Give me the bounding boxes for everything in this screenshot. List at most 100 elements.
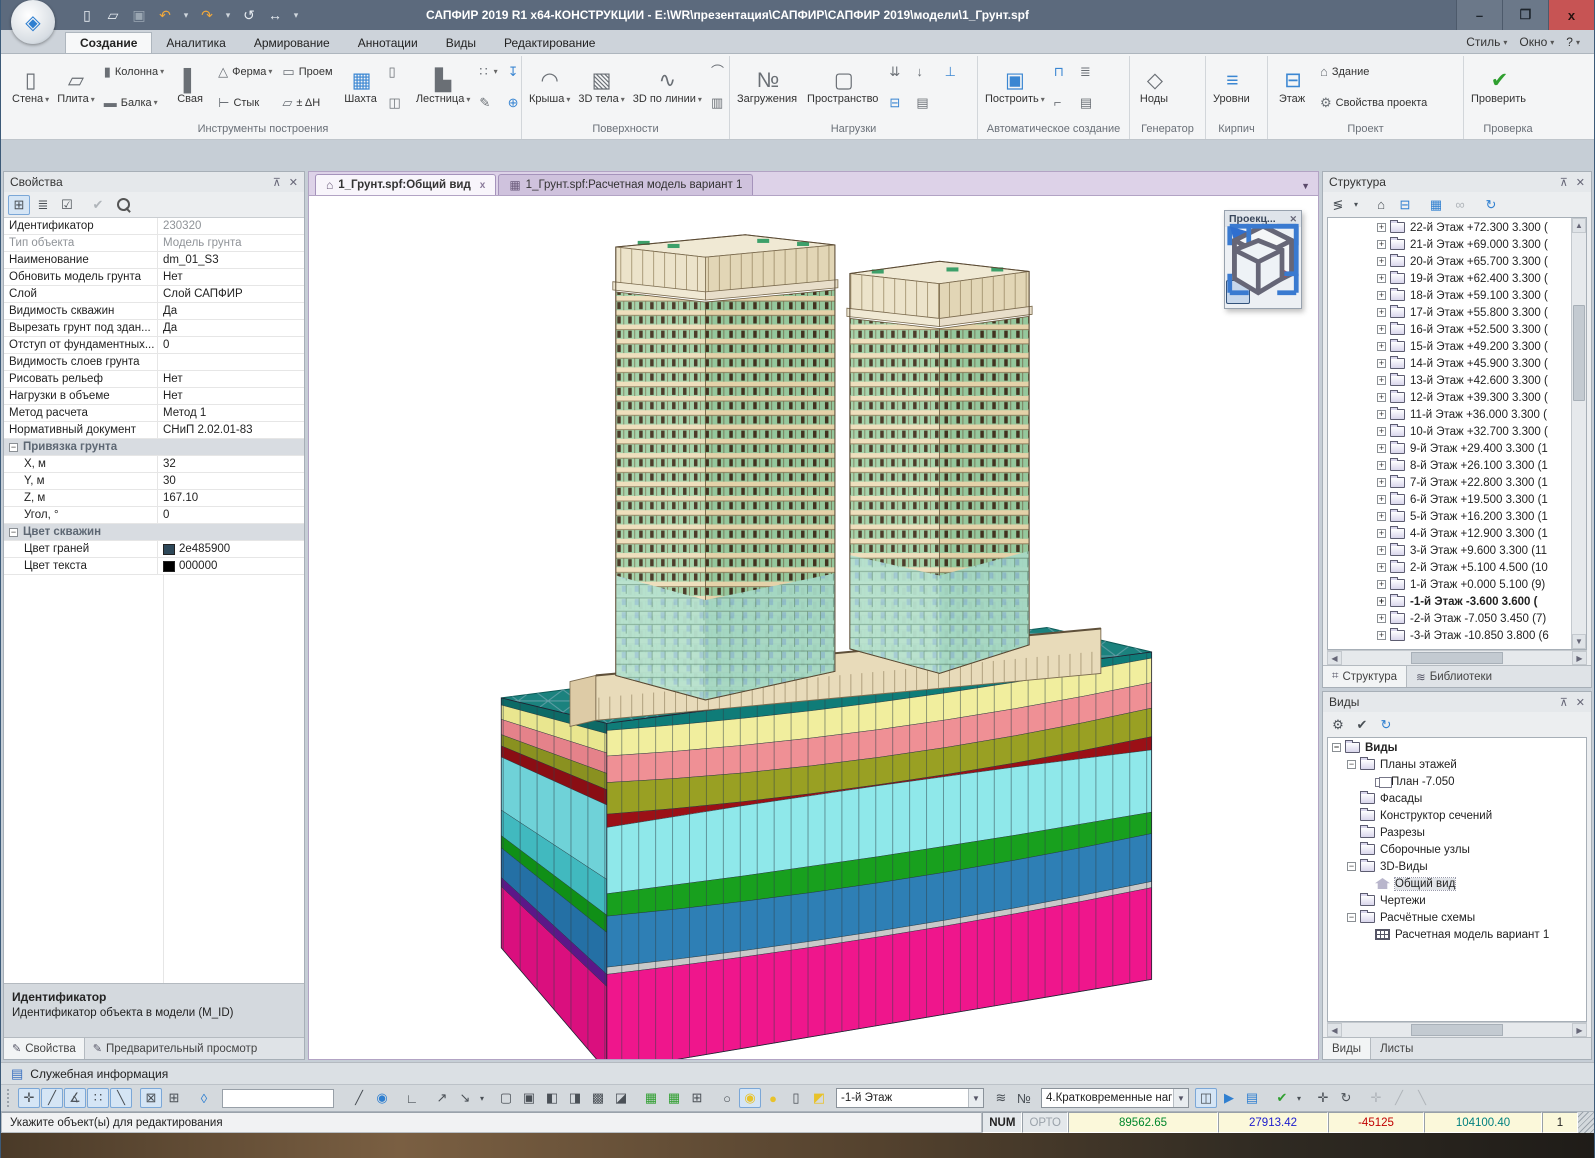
expand-icon[interactable]: +	[1377, 325, 1386, 334]
door-icon[interactable]: ▯	[384, 56, 412, 87]
expand-icon[interactable]: +	[1377, 291, 1386, 300]
view-textured-icon[interactable]: ▩	[587, 1088, 609, 1108]
axis-x-icon[interactable]: ↗	[431, 1088, 453, 1108]
categorized-view-icon[interactable]: ⊞	[8, 195, 30, 215]
build-button[interactable]: ▣Построить▾	[981, 56, 1049, 118]
chevron-down-icon[interactable]: ▼	[1173, 1089, 1188, 1107]
add-grid-icon[interactable]: ▦	[1425, 195, 1447, 215]
sketch-icon[interactable]: ✎	[474, 87, 502, 118]
apply-arrow-icon[interactable]: ▾	[1294, 1088, 1304, 1108]
joint-button[interactable]: ⊢Стык	[213, 87, 277, 118]
projection-axonometry-button[interactable]	[1276, 280, 1300, 304]
filter-view-icon[interactable]: ◫	[1195, 1088, 1217, 1108]
loadcase-select[interactable]: 4.Кратковременные наг▼	[1041, 1088, 1189, 1108]
structure-tree-row[interactable]: + 2-й Этаж +5.100 4.500 (10	[1328, 559, 1571, 576]
structure-tab[interactable]: ⌗Структура	[1323, 666, 1407, 687]
snap-line-icon[interactable]: ╱	[41, 1088, 63, 1108]
close-icon[interactable]: ✕	[1576, 696, 1585, 709]
menu-tab[interactable]: Виды	[432, 33, 490, 53]
coordinate-input[interactable]	[222, 1089, 334, 1108]
expand-icon[interactable]: +	[1377, 359, 1386, 368]
add-floor-icon[interactable]: ⊟	[1394, 195, 1416, 215]
lock-grid-icon[interactable]: ⊞	[163, 1088, 185, 1108]
expand-icon[interactable]: +	[1377, 410, 1386, 419]
apply-icon[interactable]: ✔	[87, 195, 109, 215]
structure-tree-row[interactable]: + 15-й Этаж +49.200 3.300 (	[1328, 338, 1571, 355]
expand-icon[interactable]: +	[1377, 563, 1386, 572]
properties-tab[interactable]: ✎Свойства	[4, 1038, 85, 1059]
property-row[interactable]: Идентификатор 230320	[4, 218, 304, 235]
structure-tree-row[interactable]: + 20-й Этаж +65.700 3.300 (	[1328, 253, 1571, 270]
menu-tab[interactable]: Аннотации	[344, 33, 432, 53]
save-icon[interactable]: ▣	[129, 7, 149, 24]
line-3d-button[interactable]: ∿3D по линии▾	[629, 56, 706, 118]
property-row[interactable]: Цвет текста 000000	[4, 558, 304, 575]
search-icon[interactable]	[111, 195, 133, 215]
expand-icon[interactable]: +	[1377, 614, 1386, 623]
structure-tree-row[interactable]: + -1-й Этаж -3.600 3.600 (	[1328, 593, 1571, 610]
solids-3d-button[interactable]: ▧3D тела▾	[574, 56, 628, 118]
canvas-3d-view[interactable]: Проекц... ✕	[308, 195, 1319, 1060]
column-button[interactable]: ▮Колонна▾	[99, 56, 169, 87]
menu-right-item[interactable]: Окно▾	[1515, 34, 1558, 50]
axis-y-icon[interactable]: ↘	[454, 1088, 476, 1108]
structure-tree-row[interactable]: + 5-й Этаж +16.200 3.300 (1	[1328, 508, 1571, 525]
redo-icon[interactable]: ↷	[197, 7, 217, 24]
list-view-icon[interactable]: ≣	[32, 195, 54, 215]
menu-tab[interactable]: Армирование	[240, 33, 344, 53]
property-row[interactable]: Обновить модель грунта Нет	[4, 269, 304, 286]
loadcase-number-icon[interactable]: №	[1013, 1088, 1035, 1108]
floors-list-icon[interactable]: ≋	[990, 1088, 1012, 1108]
check-button[interactable]: ✔Проверить	[1467, 56, 1532, 118]
resize-grip[interactable]	[1578, 1112, 1594, 1133]
views-tree-row[interactable]: − Виды	[1328, 739, 1586, 756]
mirror-axis-icon[interactable]: ╲	[1411, 1088, 1433, 1108]
chevron-down-icon[interactable]: ▼	[968, 1089, 983, 1107]
pin-icon[interactable]: ⊼	[1560, 696, 1568, 709]
expand-icon[interactable]: +	[1377, 495, 1386, 504]
delta-h-button[interactable]: ▱± ΔН	[277, 87, 339, 118]
property-row[interactable]: Наименование dm_01_S3	[4, 252, 304, 269]
lamp-selected-icon[interactable]: ◉	[739, 1088, 761, 1108]
storey-button[interactable]: ⊟Этаж	[1271, 56, 1315, 118]
scroll-thumb[interactable]	[1573, 305, 1585, 401]
workplane-icon[interactable]: ◊	[193, 1088, 215, 1108]
new-file-icon[interactable]: ▯	[77, 7, 97, 24]
property-row[interactable]: Вырезать грунт под здан... Да	[4, 320, 304, 337]
render-mesh-icon[interactable]: ▦	[640, 1088, 662, 1108]
expand-icon[interactable]: +	[1377, 444, 1386, 453]
close-button[interactable]: x	[1548, 0, 1594, 30]
close-icon[interactable]: ✕	[289, 176, 298, 189]
structure-tree-row[interactable]: + 13-й Этаж +42.600 3.300 (	[1328, 372, 1571, 389]
property-row[interactable]: Отступ от фундаментных... 0	[4, 337, 304, 354]
crane-icon[interactable]: ⌐	[1049, 87, 1075, 118]
view-tab-analysis-model[interactable]: ▦ 1_Грунт.spf:Расчетная модель вариант 1	[498, 174, 753, 195]
property-row[interactable]: Нагрузки в объеме Нет	[4, 388, 304, 405]
filter-icon[interactable]: ≶	[1327, 195, 1349, 215]
checked-only-icon[interactable]: ☑	[56, 195, 78, 215]
snap-angle-icon[interactable]: ∡	[64, 1088, 86, 1108]
shaft-button[interactable]: ▦Шахта	[340, 56, 384, 118]
lock-contour-icon[interactable]: ⊠	[140, 1088, 162, 1108]
property-row[interactable]: Метод расчета Метод 1	[4, 405, 304, 422]
render-mesh2-icon[interactable]: ▦	[663, 1088, 685, 1108]
building-button[interactable]: ⌂Здание	[1315, 56, 1434, 87]
property-row[interactable]: Видимость скважин Да	[4, 303, 304, 320]
project-properties-button[interactable]: ⚙Свойства проекта	[1315, 87, 1434, 118]
expand-icon[interactable]: +	[1377, 274, 1386, 283]
pile-button[interactable]: ▌Свая	[169, 56, 213, 118]
structure-tree-row[interactable]: + 8-й Этаж +26.100 3.300 (1	[1328, 457, 1571, 474]
quickbar-more-icon[interactable]: ▾	[291, 10, 301, 21]
expand-icon[interactable]: +	[1377, 257, 1386, 266]
views-tree-row[interactable]: Расчетная модель вариант 1	[1328, 926, 1586, 943]
property-row[interactable]: Y, м 30	[4, 473, 304, 490]
draw-circle-icon[interactable]: ◉	[371, 1088, 393, 1108]
structure-tree-row[interactable]: + 19-й Этаж +62.400 3.300 (	[1328, 270, 1571, 287]
structure-tree-row[interactable]: + 9-й Этаж +29.400 3.300 (1	[1328, 440, 1571, 457]
view-apply-icon[interactable]: ✔	[1351, 715, 1373, 735]
update-icon[interactable]: ↺	[239, 7, 259, 24]
property-row[interactable]: Рисовать рельеф Нет	[4, 371, 304, 388]
floor-select[interactable]: -1-й Этаж▼	[836, 1088, 984, 1108]
distributed-load-icon[interactable]: ⇊	[884, 56, 911, 87]
filter-arrow-icon[interactable]: ▾	[1351, 195, 1361, 215]
